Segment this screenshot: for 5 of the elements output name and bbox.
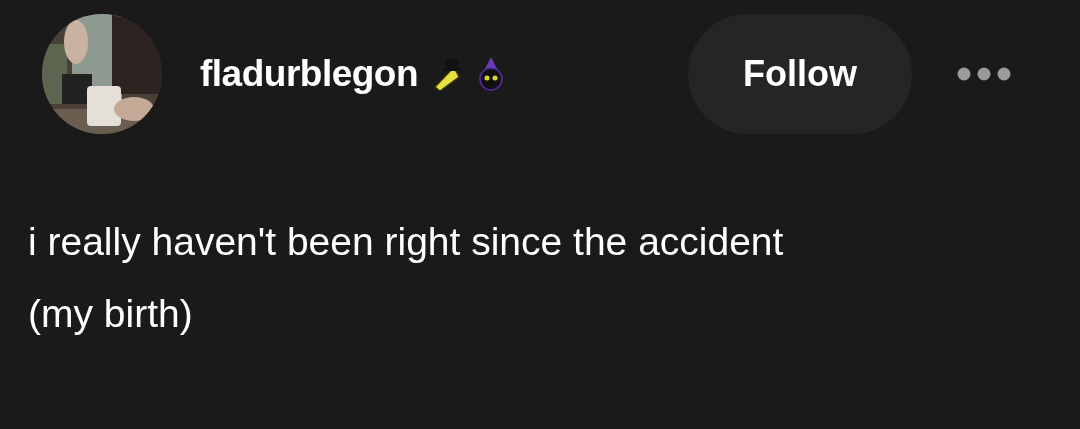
post-text: i really haven't been right since the accident bbox=[28, 219, 784, 265]
follow-button[interactable]: Follow bbox=[688, 14, 912, 134]
more-icon[interactable] bbox=[956, 66, 1012, 82]
username[interactable]: fladurblegon bbox=[200, 53, 419, 95]
post-text: (my birth) bbox=[28, 291, 193, 337]
